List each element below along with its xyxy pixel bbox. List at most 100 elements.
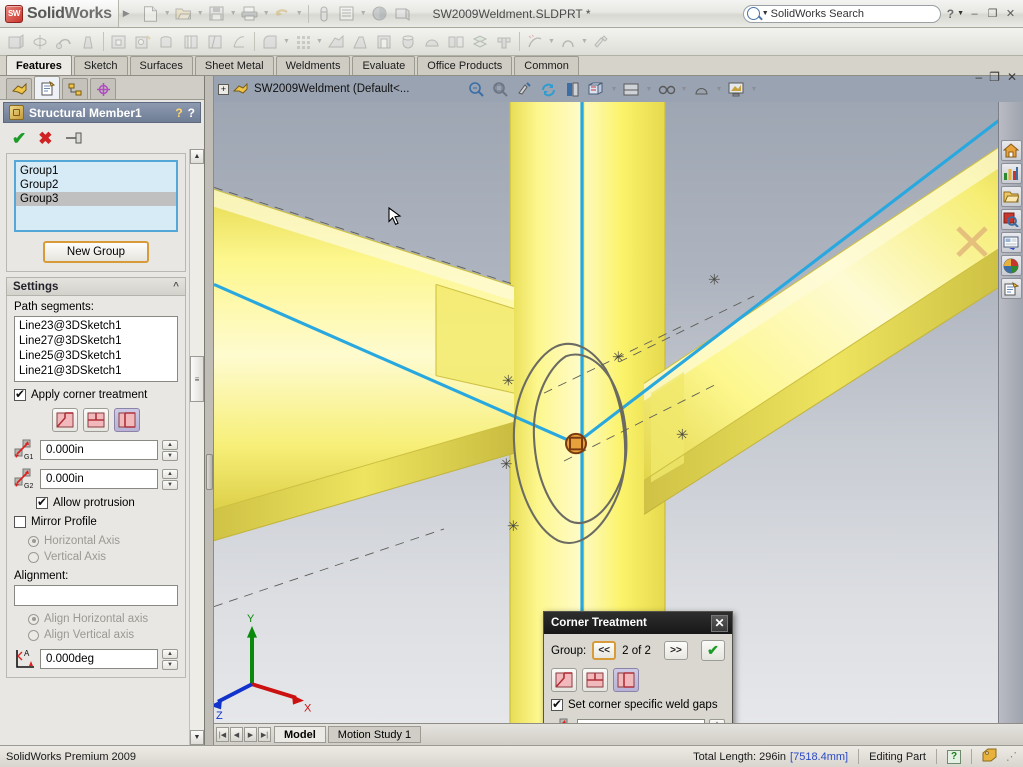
dimxpert-manager-tab[interactable] <box>90 78 116 99</box>
linear-pattern-icon[interactable] <box>291 30 315 54</box>
list-item[interactable]: Group2 <box>16 178 176 192</box>
tab-sheet-metal[interactable]: Sheet Metal <box>195 56 274 75</box>
scroll-down-button[interactable]: ▼ <box>190 730 204 745</box>
undo-button[interactable] <box>272 3 294 25</box>
lofted-boss-icon[interactable] <box>76 30 100 54</box>
dialog-end-butt2-button[interactable] <box>613 668 639 692</box>
fillet-icon[interactable] <box>258 30 282 54</box>
gap1-stepper[interactable]: ▲▼ <box>162 440 178 461</box>
file-explorer-icon[interactable] <box>1001 186 1022 207</box>
apply-corner-treatment-row[interactable]: Apply corner treatment <box>14 389 178 401</box>
dialog-end-butt1-button[interactable] <box>582 668 608 692</box>
stepper-down[interactable]: ▼ <box>162 660 178 670</box>
dialog-apply-button[interactable]: ✔ <box>701 640 725 661</box>
tab-motion-study-1[interactable]: Motion Study 1 <box>328 726 421 743</box>
set-weld-gaps-row[interactable]: Set corner specific weld gaps <box>551 699 725 711</box>
scrollbar-thumb[interactable]: ≡ <box>190 356 204 402</box>
reference-geometry-icon[interactable] <box>468 30 492 54</box>
stepper-up[interactable]: ▲ <box>709 719 725 724</box>
linear-pattern-caret-icon[interactable]: ▼ <box>315 38 324 45</box>
tab-common[interactable]: Common <box>514 56 579 75</box>
extruded-boss-icon[interactable] <box>4 30 28 54</box>
next-group-button[interactable]: >> <box>664 641 688 660</box>
new-document-caret-icon[interactable]: ▼ <box>163 10 172 17</box>
set-weld-gaps-checkbox[interactable] <box>551 699 563 711</box>
boundary-icon[interactable] <box>227 30 251 54</box>
gap1-input[interactable]: 0.000in <box>40 440 158 460</box>
search-icon[interactable] <box>1001 209 1022 230</box>
allow-protrusion-row[interactable]: Allow protrusion <box>14 497 178 509</box>
list-item[interactable]: Group1 <box>16 164 176 178</box>
hide-show-caret-icon[interactable]: ▼ <box>679 86 688 93</box>
weldments-icon[interactable] <box>492 30 516 54</box>
swept-boss-icon[interactable] <box>52 30 76 54</box>
tab-sketch[interactable]: Sketch <box>74 56 128 75</box>
list-item[interactable]: Group3 <box>16 192 176 206</box>
display-style-caret-icon[interactable]: ▼ <box>644 86 653 93</box>
end-butt1-button[interactable] <box>83 408 109 432</box>
help-button[interactable]: ? <box>947 7 954 21</box>
curves-icon[interactable] <box>523 30 547 54</box>
print-caret-icon[interactable]: ▼ <box>262 10 271 17</box>
rebuild-caret-icon[interactable]: ▼ <box>359 10 368 17</box>
rebuild-icon[interactable] <box>537 78 559 100</box>
section-view-icon[interactable] <box>561 78 583 100</box>
solidworks-logo[interactable]: SolidWorks <box>0 0 119 27</box>
view-settings-icon[interactable] <box>725 78 747 100</box>
appearance-button[interactable] <box>369 3 391 25</box>
hide-show-items-icon[interactable] <box>655 78 677 100</box>
last-tab-button[interactable]: ▶| <box>258 727 271 742</box>
stepper-down[interactable]: ▼ <box>162 451 178 461</box>
tab-evaluate[interactable]: Evaluate <box>352 56 415 75</box>
save-caret-icon[interactable]: ▼ <box>229 10 238 17</box>
list-item[interactable]: Line23@3DSketch1 <box>19 319 173 334</box>
minimize-button[interactable]: – <box>967 6 982 21</box>
menu-expand-arrow-icon[interactable]: ▶ <box>119 8 134 19</box>
resize-grip-icon[interactable]: ⋰ <box>1006 750 1017 763</box>
ok-button[interactable]: ✔ <box>12 130 26 147</box>
select-button[interactable] <box>313 3 335 25</box>
custom-properties-icon[interactable] <box>1001 278 1022 299</box>
tab-weldments[interactable]: Weldments <box>276 56 351 75</box>
section-view-button[interactable] <box>392 3 414 25</box>
rotation-angle-input[interactable]: 0.000deg <box>40 649 158 669</box>
corner-treatment-dialog[interactable]: Corner Treatment ✕ Group: << 2 of 2 >> ✔ <box>543 611 733 723</box>
scroll-up-button[interactable]: ▲ <box>190 149 204 164</box>
scrollbar-track[interactable]: ≡ <box>190 164 204 730</box>
dialog-gap1-stepper[interactable]: ▲▼ <box>709 719 725 724</box>
document-close-button[interactable]: ✕ <box>1007 70 1017 84</box>
search-input[interactable]: ▼ SolidWorks Search <box>743 5 941 23</box>
tab-office-products[interactable]: Office Products <box>417 56 512 75</box>
stepper-up[interactable]: ▲ <box>162 440 178 450</box>
3d-canvas[interactable]: ✳✳ ✳✳ ✳✳ <box>214 102 1023 723</box>
list-item[interactable]: Line25@3DSketch1 <box>19 349 173 364</box>
stepper-down[interactable]: ▼ <box>162 480 178 490</box>
home-icon[interactable] <box>1001 140 1022 161</box>
close-button[interactable]: ✕ <box>1003 6 1018 21</box>
previous-view-icon[interactable] <box>513 78 535 100</box>
first-tab-button[interactable]: |◀ <box>216 727 229 742</box>
help-icon[interactable]: ? <box>188 106 195 120</box>
view-orientation-icon[interactable] <box>585 78 607 100</box>
maximize-button[interactable]: ❐ <box>985 6 1000 21</box>
apply-scene-caret-icon[interactable]: ▼ <box>714 86 723 93</box>
draft-icon[interactable] <box>348 30 372 54</box>
document-restore-button[interactable]: ❐ <box>989 70 1000 84</box>
design-library-icon[interactable] <box>1001 163 1022 184</box>
appearances-icon[interactable] <box>1001 255 1022 276</box>
zoom-to-area-icon[interactable] <box>489 78 511 100</box>
apply-corner-treatment-checkbox[interactable] <box>14 389 26 401</box>
fillet-caret-icon[interactable]: ▼ <box>282 38 291 45</box>
search-dropdown-caret-icon[interactable]: ▼ <box>762 10 769 17</box>
save-button[interactable] <box>206 3 228 25</box>
dialog-close-button[interactable]: ✕ <box>711 615 728 632</box>
splitter-grip[interactable] <box>206 454 213 490</box>
list-item[interactable]: Line21@3DSketch1 <box>19 364 173 379</box>
previous-tab-button[interactable]: ◀ <box>230 727 243 742</box>
help-caret-icon[interactable]: ▼ <box>957 10 964 17</box>
cancel-button[interactable]: ✖ <box>38 130 52 147</box>
zoom-to-fit-icon[interactable] <box>465 78 487 100</box>
previous-group-button[interactable]: << <box>592 641 616 660</box>
undo-caret-icon[interactable]: ▼ <box>295 10 304 17</box>
alignment-selection-box[interactable] <box>14 585 178 606</box>
